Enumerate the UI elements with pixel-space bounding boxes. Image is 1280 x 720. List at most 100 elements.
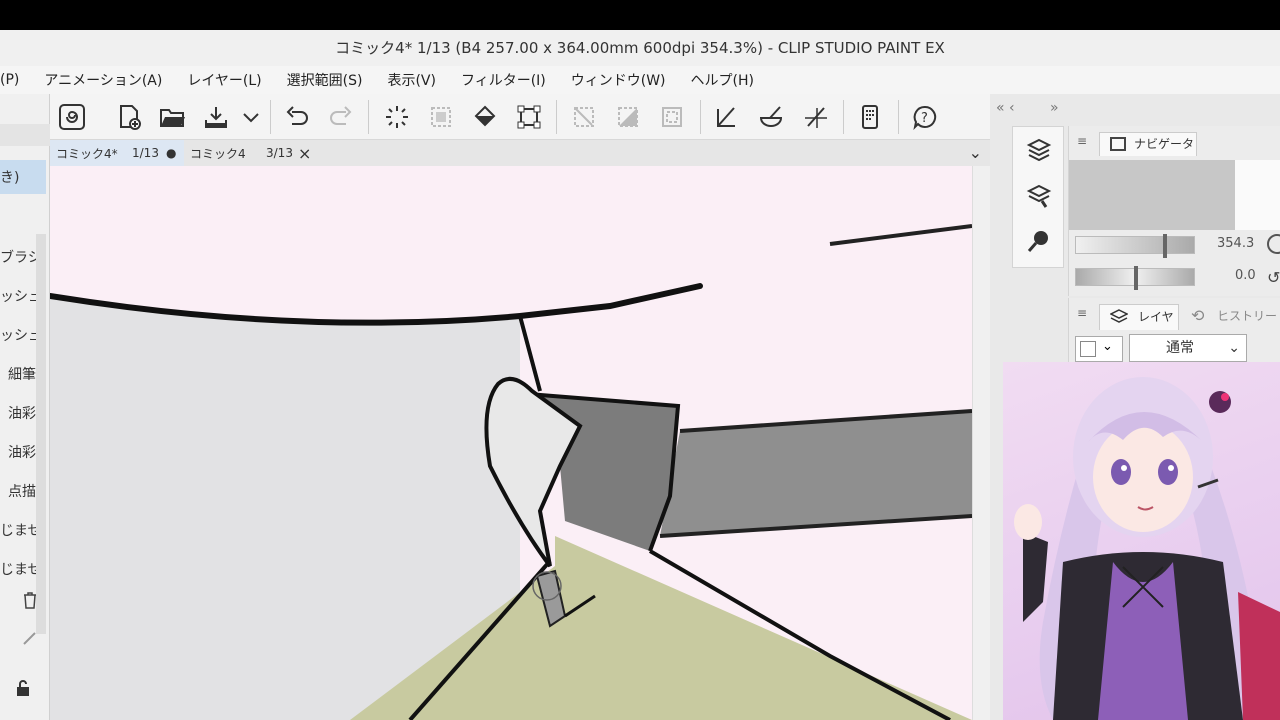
- select-icon[interactable]: [426, 102, 456, 132]
- panel-scrollbar[interactable]: [36, 234, 46, 634]
- toolbar-separator: [270, 100, 271, 134]
- navigator-preview[interactable]: [1069, 160, 1280, 230]
- sub-tool-item[interactable]: ッシュ: [0, 279, 36, 315]
- sub-tool-item[interactable]: ブラシ: [0, 240, 36, 276]
- tab-page: 1/13: [132, 146, 159, 160]
- menu-item-filter[interactable]: フィルター(I): [461, 70, 546, 90]
- tab-comic4[interactable]: コミック4 3/13 ×: [184, 140, 318, 166]
- menu-item-layer[interactable]: レイヤー(L): [187, 70, 261, 90]
- sub-tool-item[interactable]: じませ: [0, 513, 36, 549]
- tab-layer[interactable]: レイヤー: [1099, 304, 1179, 348]
- auto-action-icon[interactable]: [1025, 227, 1053, 255]
- menu-item-window[interactable]: ウィンドウ(W): [571, 70, 666, 90]
- device-icon[interactable]: [855, 102, 885, 132]
- brush-tool-icon[interactable]: [756, 102, 786, 132]
- toolbar-separator: [898, 100, 899, 134]
- svg-text:?: ?: [921, 111, 928, 126]
- sub-tool-item-selected[interactable]: き): [0, 160, 46, 194]
- pen-setting-icon[interactable]: [20, 628, 40, 648]
- zoom-slider[interactable]: [1075, 234, 1195, 258]
- chevron-down-icon: ⌄: [1228, 340, 1240, 356]
- rotate-slider-knob[interactable]: [1134, 266, 1138, 290]
- tab-page: 3/13: [266, 146, 293, 160]
- save-icon[interactable]: [201, 102, 231, 132]
- drawing-canvas[interactable]: [50, 166, 972, 720]
- zoom-value: 354.3: [1217, 236, 1255, 251]
- open-icon[interactable]: [157, 102, 187, 132]
- toolbar-separator: [843, 100, 844, 134]
- color-swatch-dropdown[interactable]: ⌄: [1075, 336, 1123, 362]
- sub-tool-item[interactable]: 油彩: [0, 435, 36, 471]
- blend-mode-value: 通常: [1166, 340, 1194, 356]
- layer-property-toolbox: [1012, 126, 1064, 268]
- redo-icon[interactable]: [326, 102, 356, 132]
- menu-item-help[interactable]: ヘルプ(H): [691, 70, 754, 90]
- fill-icon[interactable]: [470, 102, 500, 132]
- toolbar-separator: [556, 100, 557, 134]
- sub-tool-item[interactable]: 油彩: [0, 396, 36, 432]
- rotate-value: 0.0: [1235, 268, 1256, 283]
- deselect-icon[interactable]: [569, 102, 599, 132]
- menu-item-selection[interactable]: 選択範囲(S): [287, 70, 363, 90]
- character-illustration: [1014, 377, 1280, 720]
- layer-icon: [1109, 309, 1129, 325]
- color-swatch: [1080, 341, 1096, 357]
- character-avatar: [1003, 362, 1280, 720]
- layer-property-icon[interactable]: [1025, 137, 1053, 165]
- artwork: [50, 166, 972, 720]
- chevron-down-icon[interactable]: ⌄: [969, 143, 982, 162]
- tab-name: コミック4*: [56, 146, 118, 161]
- window-title: コミック4* 1/13 (B4 257.00 x 364.00mm 600dpi…: [0, 30, 1280, 66]
- lock-icon[interactable]: [14, 678, 34, 698]
- sub-tool-item[interactable]: 細筆: [0, 357, 36, 393]
- new-canvas-icon[interactable]: [114, 102, 144, 132]
- dropdown-icon[interactable]: [236, 102, 266, 132]
- collapse-left-icon[interactable]: « ‹: [996, 100, 1015, 116]
- reset-rotate-icon[interactable]: ↺: [1267, 268, 1280, 287]
- menu-item-view[interactable]: 表示(V): [387, 70, 436, 90]
- toolbar-separator: [700, 100, 701, 134]
- rotate-slider[interactable]: [1075, 266, 1195, 290]
- panel-header: [0, 124, 50, 146]
- history-icon: ⟲: [1191, 306, 1205, 325]
- tab-navigator[interactable]: ナビゲーター: [1099, 132, 1197, 173]
- panel-menu-icon[interactable]: ≡: [1077, 134, 1087, 148]
- sub-tool-item[interactable]: 点描: [0, 474, 36, 510]
- panel-menu-icon[interactable]: ≡: [1077, 306, 1087, 320]
- sub-tool-panel: き) ブラシ ッシュ ッシュ 細筆 油彩 油彩 点描 じませ じませ: [0, 94, 50, 720]
- toolbar-separator: [368, 100, 369, 134]
- sub-tool-item[interactable]: じませ: [0, 552, 36, 588]
- sub-tool-item[interactable]: ッシュ: [0, 318, 36, 354]
- transform-icon[interactable]: [514, 102, 544, 132]
- help-icon[interactable]: ?: [910, 102, 940, 132]
- pen-tool-icon[interactable]: [712, 102, 742, 132]
- navigator-icon: [1110, 137, 1126, 151]
- clip-studio-icon[interactable]: [57, 102, 87, 132]
- zoom-out-icon[interactable]: [1267, 234, 1280, 254]
- modified-dot-icon: ●: [166, 146, 177, 160]
- chevron-down-icon: ⌄: [1102, 339, 1113, 354]
- undo-icon[interactable]: [282, 102, 312, 132]
- loading-icon[interactable]: [382, 102, 412, 132]
- trash-icon[interactable]: [20, 590, 40, 610]
- close-icon[interactable]: ×: [298, 144, 311, 163]
- tab-history[interactable]: ⟲ ヒストリー: [1183, 304, 1279, 330]
- collapse-right-icon[interactable]: »: [1050, 100, 1059, 116]
- app-window: コミック4* 1/13 (B4 257.00 x 364.00mm 600dpi…: [0, 0, 1280, 720]
- menu-item-animation[interactable]: アニメーション(A): [44, 70, 162, 90]
- navigator-thumbnail: [1235, 160, 1280, 230]
- tab-comic4-modified[interactable]: コミック4* 1/13 ●: [50, 140, 184, 166]
- canvas-scrollbar[interactable]: [972, 166, 990, 720]
- top-black-bar: [0, 0, 1280, 30]
- layer-search-icon[interactable]: [1025, 183, 1053, 211]
- menu-bar: (P) アニメーション(A) レイヤー(L) 選択範囲(S) 表示(V) フィル…: [0, 66, 1280, 94]
- border-icon[interactable]: [657, 102, 687, 132]
- tab-history-label: ヒストリー: [1217, 309, 1278, 323]
- ruler-tool-icon[interactable]: [801, 102, 831, 132]
- invert-icon[interactable]: [613, 102, 643, 132]
- tab-name: コミック4: [190, 146, 246, 161]
- blend-mode-select[interactable]: 通常 ⌄: [1129, 334, 1247, 362]
- zoom-slider-knob[interactable]: [1163, 234, 1167, 258]
- document-tabs: コミック4* 1/13 ● コミック4 3/13 × ⌄: [50, 140, 990, 166]
- menu-item-p[interactable]: (P): [0, 72, 19, 88]
